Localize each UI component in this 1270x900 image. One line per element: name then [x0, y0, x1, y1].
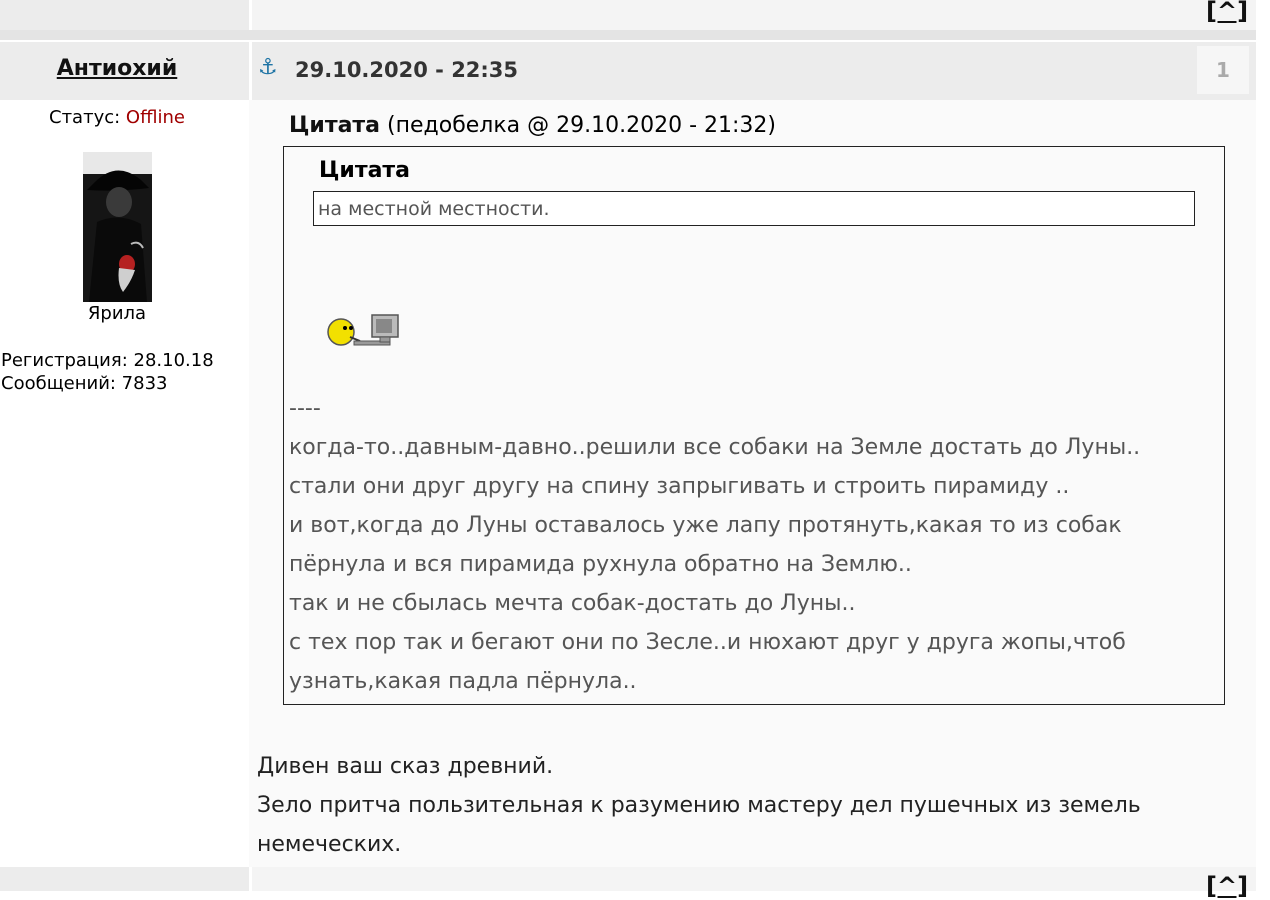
quote-text: ---- когда-то..давным-давно..решили все …: [289, 389, 1140, 701]
reply-line: Дивен ваш сказ древний.: [257, 754, 554, 779]
anchor-icon[interactable]: ⚓: [258, 55, 278, 80]
quote-line: пёрнула и вся пирамида рухнула обратно н…: [289, 552, 912, 577]
author-name-link[interactable]: Антиохий: [0, 56, 234, 81]
quote-label: Цитата: [289, 113, 381, 138]
message-count: Сообщений: 7833: [1, 373, 168, 394]
quote-header: Цитата (педобелка @ 29.10.2020 - 21:32): [289, 113, 776, 138]
quote-line: стали они друг другу на спину запрыгиват…: [289, 474, 1070, 499]
user-rank: Ярила: [87, 303, 147, 324]
post-date: 29.10.2020 - 22:35: [295, 58, 519, 82]
avatar-image: [83, 152, 152, 302]
quote-source: (педобелка @ 29.10.2020 - 21:32): [387, 113, 776, 138]
status-line: Статус: Offline: [0, 107, 234, 128]
quote-line: так и не сбылась мечта собак-достать до …: [289, 591, 856, 616]
quote-line: узнать,какая падла пёрнула..: [289, 669, 637, 694]
reply-line: Зело притча пользительная к разумению ма…: [257, 793, 1141, 818]
top-strip-left: [0, 0, 249, 30]
quote-line: с тех пор так и бегают они по Зесле..и н…: [289, 630, 1126, 655]
user-stats: Регистрация: 28.10.18 Сообщений: 7833: [1, 349, 214, 395]
back-to-top-link[interactable]: [^]: [1206, 0, 1248, 25]
status-offline: Offline: [125, 107, 185, 128]
nested-quote-text: на местной местности.: [318, 198, 550, 220]
registration-date: Регистрация: 28.10.18: [1, 350, 214, 371]
status-label: Статус:: [49, 107, 121, 128]
top-strip-right: [252, 0, 1256, 30]
bottom-strip-right: [252, 867, 1256, 891]
scrollbar-track[interactable]: [1256, 0, 1270, 891]
post-number-link[interactable]: 1: [1197, 58, 1249, 82]
bottom-strip-left: [0, 867, 249, 891]
nested-quote-label: Цитата: [319, 158, 411, 183]
back-to-top-link[interactable]: [^]: [1206, 872, 1248, 900]
reply-line: немеческих.: [257, 832, 402, 857]
avatar: [83, 152, 152, 302]
quote-line: когда-то..давным-давно..решили все собак…: [289, 435, 1141, 460]
computer-smiley-icon: [327, 314, 399, 346]
separator-band: [0, 30, 1256, 40]
quote-line: ----: [289, 396, 321, 421]
reply-text: Дивен ваш сказ древний. Зело притча поль…: [257, 747, 1141, 864]
quote-line: и вот,когда до Луны оставалось уже лапу …: [289, 513, 1122, 538]
